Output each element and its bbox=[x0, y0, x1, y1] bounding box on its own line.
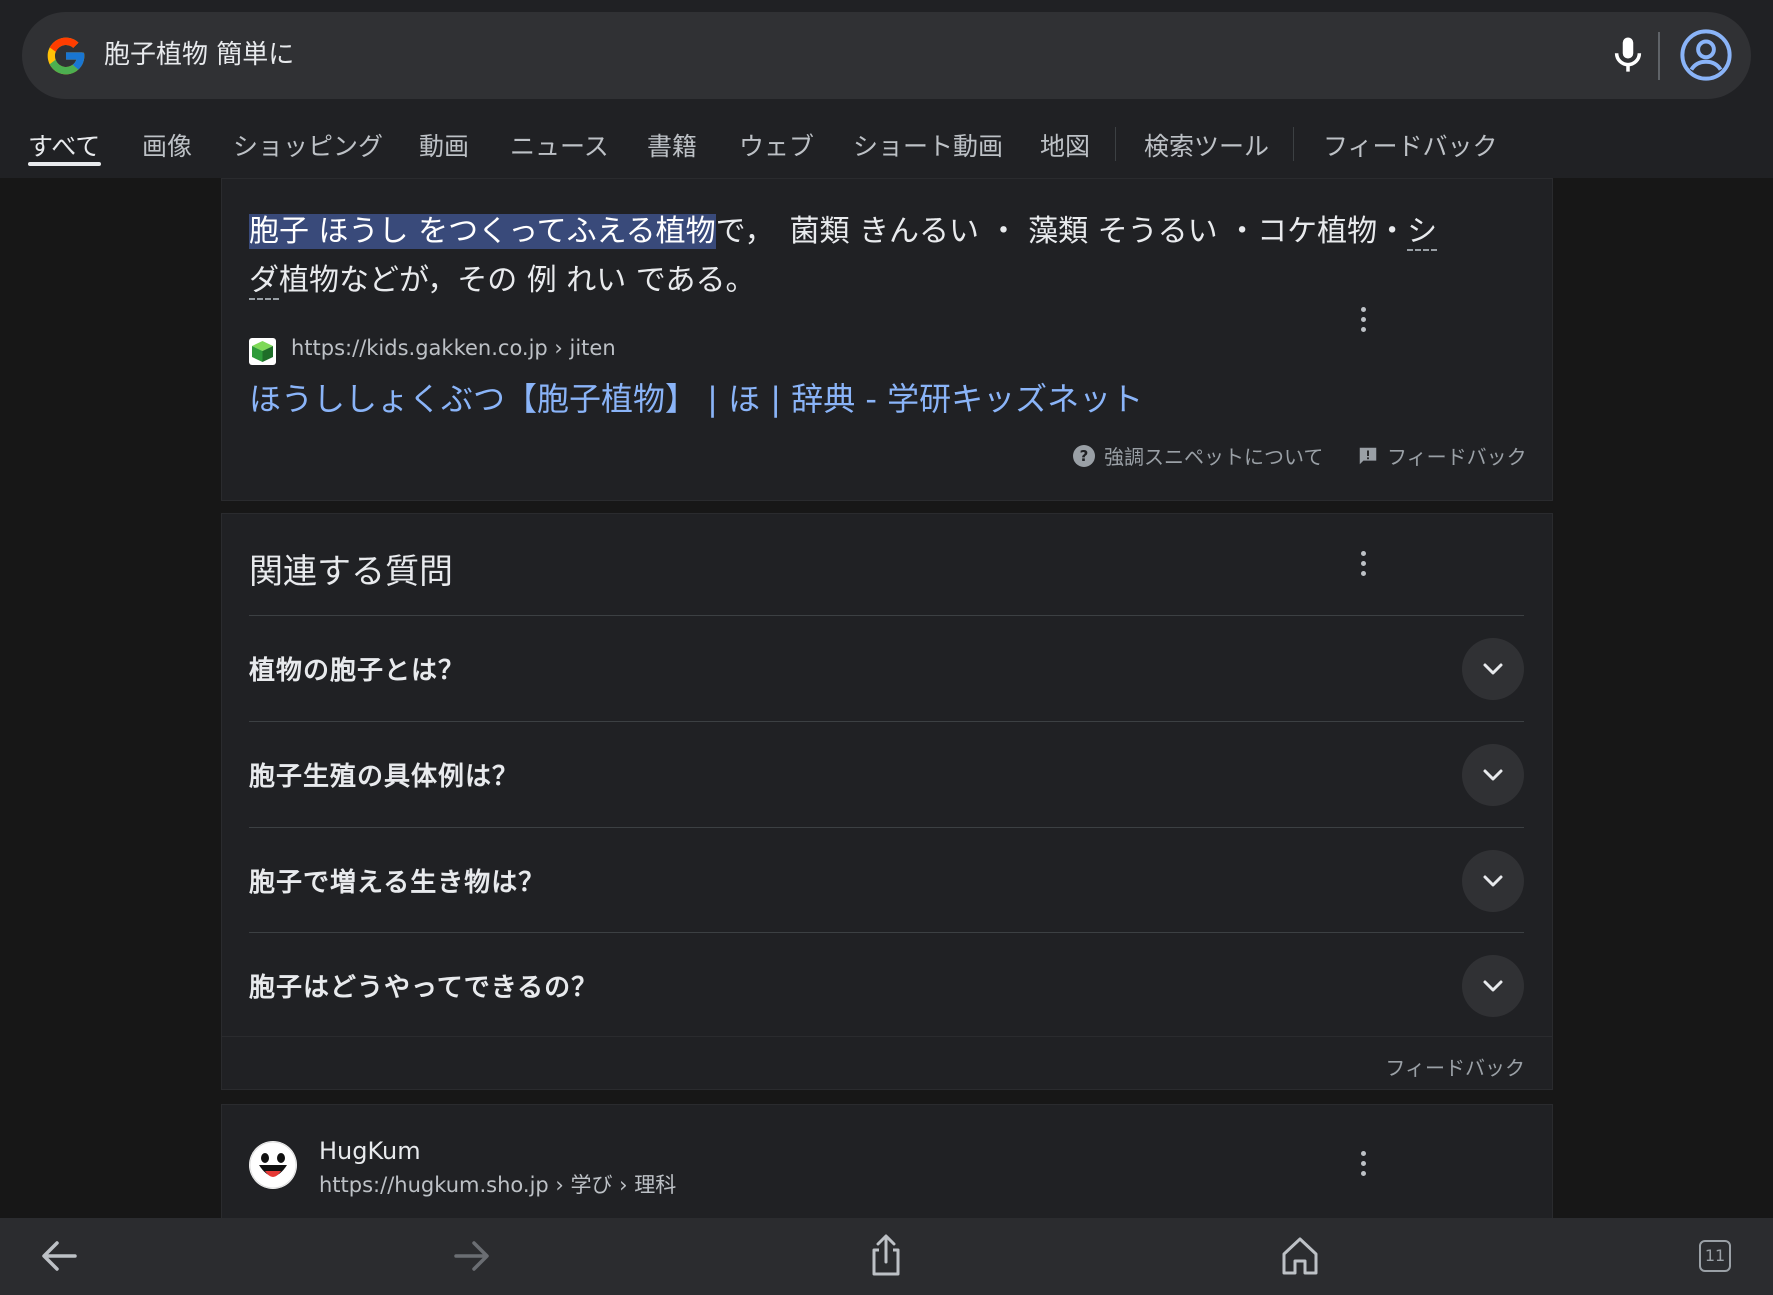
help-icon: ? bbox=[1073, 444, 1095, 467]
snippet-highlight: 胞子 ほうし をつくってふえる植物 bbox=[249, 214, 716, 249]
question-item[interactable]: 胞子で増える生き物は？ bbox=[249, 827, 1524, 933]
related-questions-title: 関連する質問 bbox=[249, 552, 453, 592]
snippet-dashed-text[interactable]: シ bbox=[1407, 214, 1438, 251]
chevron-down-icon bbox=[1483, 663, 1503, 675]
snippet-dashed-text[interactable]: ダ bbox=[249, 263, 279, 300]
site-url: https://hugkum.sho.jp › 学び › 理科 bbox=[319, 1173, 677, 1197]
about-snippet-link[interactable]: ? 強調スニペットについて bbox=[1072, 441, 1323, 470]
tab-videos[interactable]: 動画 bbox=[419, 127, 469, 163]
expand-button[interactable] bbox=[1462, 638, 1524, 700]
source-url: https://kids.gakken.co.jp › jiten bbox=[291, 336, 616, 360]
back-arrow-icon[interactable] bbox=[35, 1232, 83, 1280]
browser-toolbar: 11 bbox=[0, 1218, 1773, 1295]
tab-separator bbox=[1293, 127, 1294, 161]
account-icon[interactable] bbox=[1679, 28, 1733, 82]
result-title-link[interactable]: ほうししょくぶつ【胞子植物】 | ほ | 辞典 - 学研キッズネット bbox=[249, 374, 1143, 420]
snippet-feedback-label: フィードバック bbox=[1387, 445, 1527, 469]
search-tabs: すべて 画像 ショッピング 動画 ニュース 書籍 ウェブ ショート動画 地図 検… bbox=[0, 115, 1773, 175]
site-name[interactable]: HugKum bbox=[319, 1137, 421, 1165]
chevron-down-icon bbox=[1483, 769, 1503, 781]
chevron-down-icon bbox=[1483, 875, 1503, 887]
expand-button[interactable] bbox=[1462, 955, 1524, 1017]
tab-all[interactable]: すべて bbox=[28, 127, 100, 163]
more-options-icon[interactable] bbox=[1353, 305, 1373, 335]
chevron-down-icon bbox=[1483, 980, 1503, 992]
snippet-text: 胞子 ほうし をつくってふえる植物で， 菌類 きんるい ・ 藻類 そうるい ・コ… bbox=[249, 207, 1539, 305]
tab-images[interactable]: 画像 bbox=[142, 127, 192, 163]
tab-separator bbox=[1115, 127, 1116, 161]
tab-feedback[interactable]: フィードバック bbox=[1323, 127, 1498, 163]
tab-short-videos[interactable]: ショート動画 bbox=[853, 127, 1003, 163]
microphone-icon[interactable] bbox=[1607, 34, 1649, 76]
expand-button[interactable] bbox=[1462, 744, 1524, 806]
snippet-text-part: 植物などが，その 例 れい である。 bbox=[279, 263, 756, 298]
share-icon[interactable] bbox=[862, 1232, 910, 1280]
top-bar: 胞子植物 簡単に すべて 画像 ショッピング 動画 ニュース 書籍 ウェブ ショ… bbox=[0, 0, 1773, 178]
tab-books[interactable]: 書籍 bbox=[647, 127, 697, 163]
snippet-feedback-link[interactable]: フィードバック bbox=[1357, 441, 1527, 470]
forward-arrow-icon[interactable] bbox=[448, 1232, 496, 1280]
google-logo-icon bbox=[47, 37, 85, 75]
home-icon[interactable] bbox=[1276, 1232, 1324, 1280]
question-text: 植物の胞子とは？ bbox=[249, 656, 466, 686]
question-item[interactable]: 胞子はどうやってできるの？ bbox=[249, 932, 1524, 1038]
feedback-icon bbox=[1359, 447, 1377, 464]
question-text: 胞子で増える生き物は？ bbox=[249, 868, 546, 898]
tab-news[interactable]: ニュース bbox=[510, 127, 609, 163]
snippet-text-part: で， 菌類 きんるい ・ 藻類 そうるい ・コケ植物・ bbox=[715, 214, 1408, 249]
tab-maps[interactable]: 地図 bbox=[1040, 127, 1090, 163]
search-box[interactable]: 胞子植物 簡単に bbox=[22, 12, 1751, 99]
question-text: 胞子生殖の具体例は？ bbox=[249, 762, 520, 792]
question-text: 胞子はどうやってできるの？ bbox=[249, 973, 599, 1003]
related-questions-card: 関連する質問 植物の胞子とは？ 胞子生殖の具体例は？ 胞子で増える生き物は？ 胞… bbox=[221, 513, 1553, 1090]
search-query[interactable]: 胞子植物 簡単に bbox=[104, 12, 294, 99]
tab-count-button[interactable]: 11 bbox=[1699, 1240, 1731, 1272]
search-result-card: HugKum https://hugkum.sho.jp › 学び › 理科 bbox=[221, 1104, 1553, 1224]
about-snippet-label: 強調スニペットについて bbox=[1104, 445, 1324, 469]
search-divider bbox=[1658, 32, 1660, 80]
more-options-icon[interactable] bbox=[1353, 1149, 1373, 1179]
tab-shopping[interactable]: ショッピング bbox=[233, 127, 383, 163]
tab-search-tools[interactable]: 検索ツール bbox=[1144, 127, 1269, 163]
question-item[interactable]: 胞子生殖の具体例は？ bbox=[249, 721, 1524, 827]
questions-feedback-link[interactable]: フィードバック bbox=[1385, 1052, 1525, 1081]
hugkum-favicon bbox=[249, 1141, 297, 1189]
more-options-icon[interactable] bbox=[1353, 549, 1373, 579]
featured-snippet-card: 胞子 ほうし をつくってふえる植物で， 菌類 きんるい ・ 藻類 そうるい ・コ… bbox=[221, 178, 1553, 501]
expand-button[interactable] bbox=[1462, 850, 1524, 912]
question-item[interactable]: 植物の胞子とは？ bbox=[249, 615, 1524, 721]
svg-text:?: ? bbox=[1080, 447, 1089, 465]
divider bbox=[222, 1036, 1552, 1037]
tab-web[interactable]: ウェブ bbox=[739, 127, 814, 163]
gakken-favicon bbox=[249, 338, 276, 365]
active-tab-indicator bbox=[28, 162, 101, 166]
